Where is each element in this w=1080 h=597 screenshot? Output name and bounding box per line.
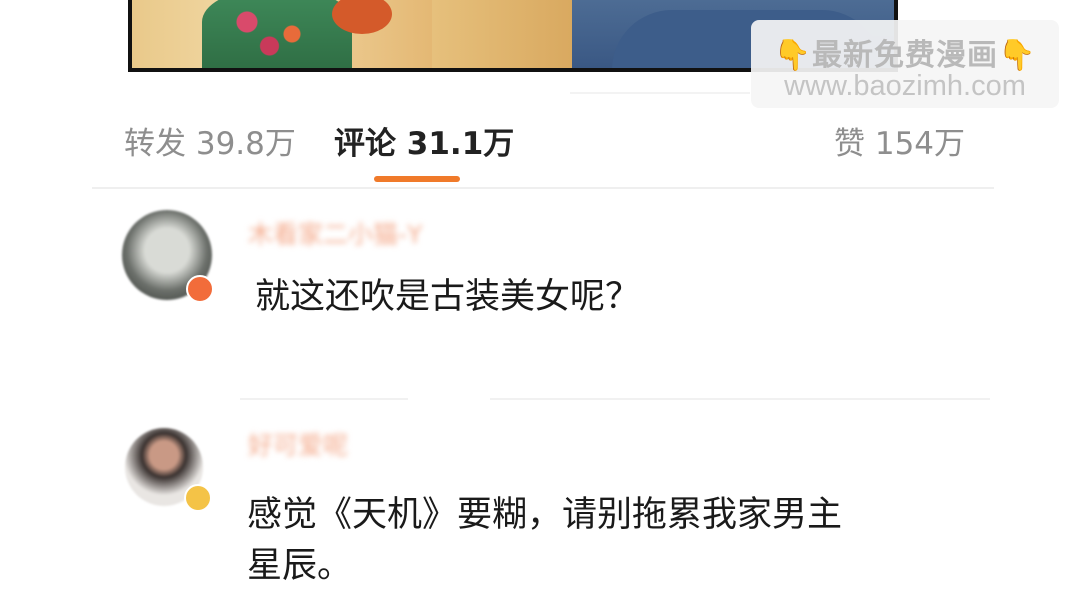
user-badge-icon — [184, 484, 212, 512]
tab-repost[interactable]: 转发 39.8万 — [124, 118, 296, 163]
tabs-divider — [92, 187, 994, 189]
watermark: 👇最新免费漫画👇 www.baozimh.com — [751, 20, 1059, 108]
comment-username[interactable]: 好可爱呢 — [248, 426, 348, 462]
comic-floral-robe — [202, 0, 352, 68]
comic-background-mid — [432, 0, 572, 68]
comment-text: 就这还吹是古装美女呢？ — [255, 277, 641, 317]
comment-username[interactable]: 木看家二小猫-Y — [248, 215, 422, 251]
user-badge-icon — [186, 275, 214, 303]
pointing-down-icon: 👇 — [773, 38, 812, 73]
watermark-title: 👇最新免费漫画👇 — [751, 30, 1059, 74]
comment-text-line2: 星辰。 — [247, 546, 353, 586]
pointing-down-icon: 👇 — [998, 38, 1037, 73]
tab-likes[interactable]: 赞 154万 — [834, 118, 965, 163]
tab-comments[interactable]: 评论 31.1万 — [334, 118, 514, 163]
comment-divider — [240, 398, 408, 400]
top-divider — [570, 92, 750, 94]
active-tab-indicator — [374, 176, 460, 182]
comment-text-line1: 感觉《天机》要糊，请别拖累我家男主 — [247, 495, 843, 535]
interaction-tabs: 转发 39.8万 评论 31.1万 赞 154万 — [0, 118, 1080, 168]
watermark-text: 最新免费漫画 — [812, 38, 998, 73]
watermark-url: www.baozimh.com — [784, 70, 1026, 102]
comment-divider — [490, 398, 990, 400]
